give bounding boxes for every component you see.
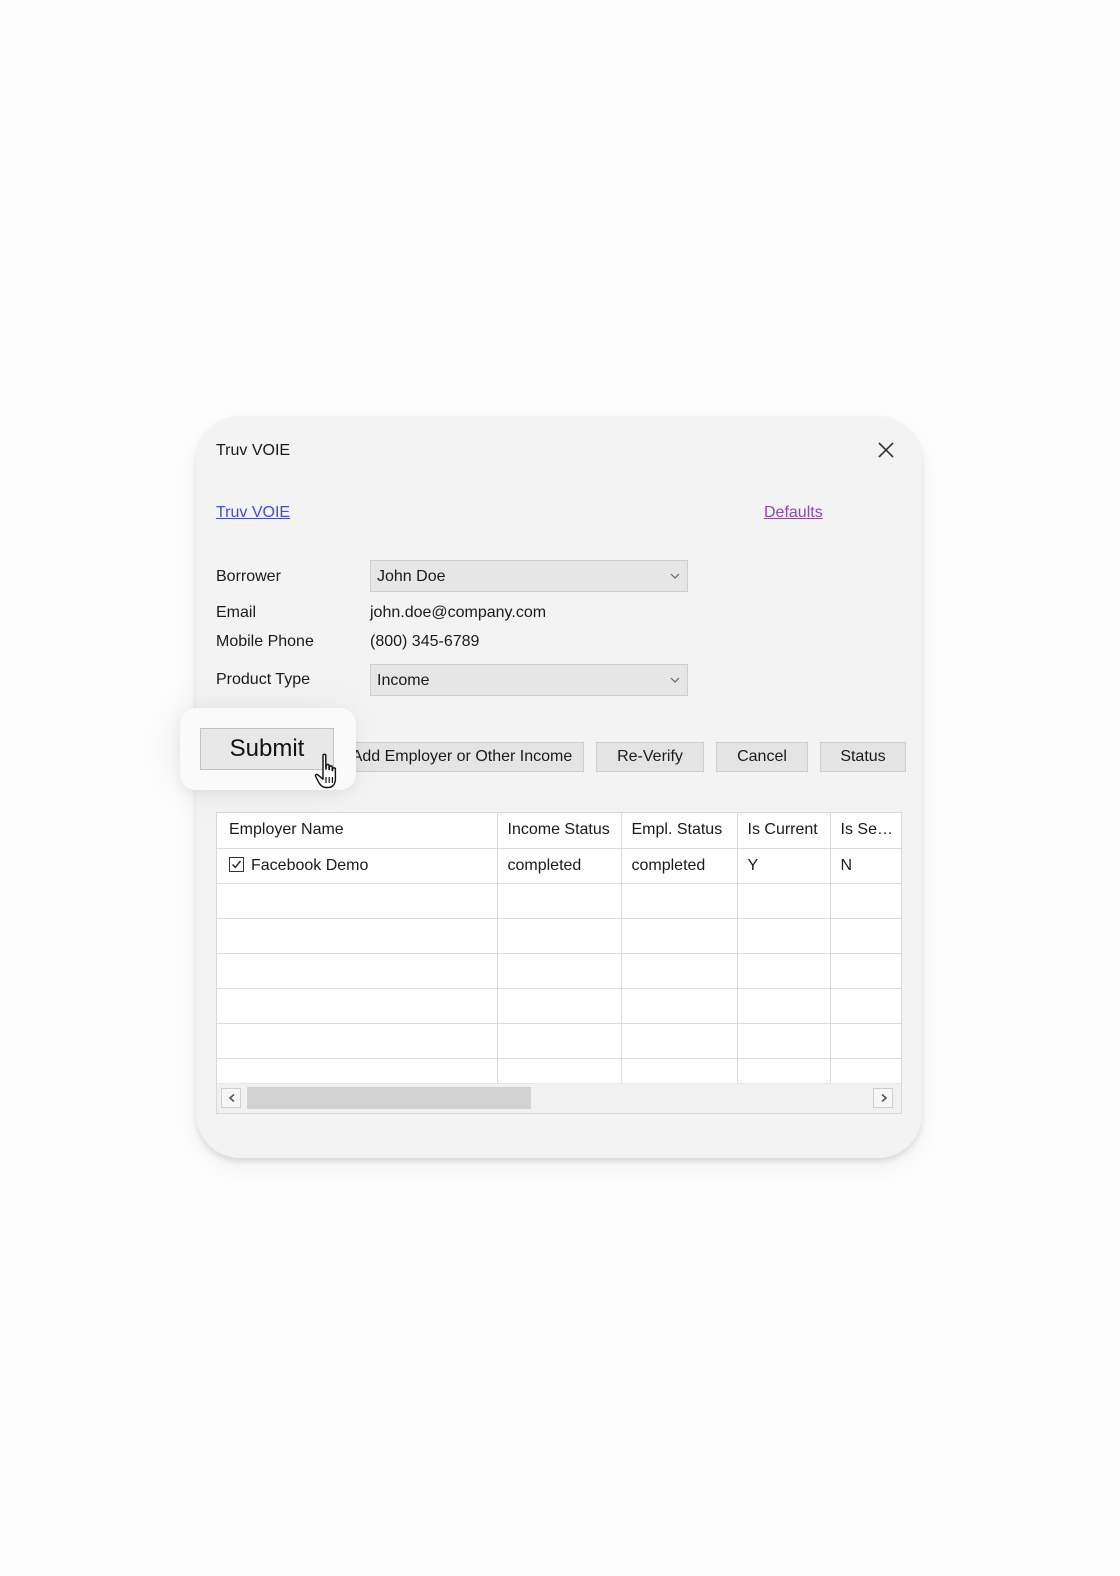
email-label: Email	[216, 604, 257, 621]
table-row	[217, 1023, 901, 1059]
empl-status-cell: completed	[621, 848, 738, 884]
mobile-phone-label: Mobile Phone	[216, 633, 314, 650]
status-button[interactable]: Status	[820, 742, 906, 772]
borrower-label: Borrower	[216, 568, 281, 585]
product-type-select-value: Income	[377, 672, 430, 689]
employer-grid: Employer Name Income Status Empl. Status…	[216, 812, 902, 1114]
scroll-right-button[interactable]	[873, 1088, 893, 1108]
close-button[interactable]	[874, 438, 898, 462]
product-type-select[interactable]: Income	[370, 664, 688, 696]
defaults-link[interactable]: Defaults	[764, 504, 823, 522]
column-header-employer-name[interactable]: Employer Name	[217, 813, 498, 849]
truv-voie-link[interactable]: Truv VOIE	[216, 504, 290, 522]
column-header-is-current[interactable]: Is Current	[737, 813, 831, 849]
table-row[interactable]: Facebook Demo completed completed Y N	[217, 848, 901, 884]
chevron-left-icon	[228, 1093, 235, 1103]
employer-name: Facebook Demo	[251, 856, 369, 874]
table-row	[217, 988, 901, 1024]
hand-pointer-icon	[314, 753, 337, 789]
horizontal-scrollbar[interactable]	[217, 1083, 901, 1113]
mobile-phone-value: (800) 345-6789	[370, 633, 480, 650]
email-value: john.doe@company.com	[370, 604, 547, 621]
table-row	[217, 883, 901, 919]
chevron-down-icon	[670, 573, 680, 579]
chevron-right-icon	[881, 1093, 888, 1103]
close-icon	[878, 442, 894, 458]
is-se-cell: N	[830, 848, 901, 884]
cancel-button[interactable]: Cancel	[716, 742, 808, 772]
is-current-cell: Y	[737, 848, 831, 884]
column-header-income-status[interactable]: Income Status	[497, 813, 622, 849]
checkbox-checked-icon[interactable]	[229, 856, 244, 872]
table-row	[217, 953, 901, 989]
product-type-label: Product Type	[216, 671, 310, 688]
employer-name-cell: Facebook Demo	[217, 848, 498, 884]
employer-table: Employer Name Income Status Empl. Status…	[217, 813, 901, 1094]
borrower-select[interactable]: John Doe	[370, 560, 688, 592]
table-header-row: Employer Name Income Status Empl. Status…	[217, 813, 901, 849]
scrollbar-thumb[interactable]	[247, 1087, 531, 1109]
reverify-button[interactable]: Re-Verify	[596, 742, 704, 772]
column-header-empl-status[interactable]: Empl. Status	[621, 813, 738, 849]
dialog-title: Truv VOIE	[216, 442, 291, 459]
income-status-cell: completed	[497, 848, 622, 884]
table-row	[217, 918, 901, 954]
borrower-select-value: John Doe	[377, 568, 446, 585]
chevron-down-icon	[670, 677, 680, 683]
scroll-left-button[interactable]	[221, 1088, 241, 1108]
column-header-is-se[interactable]: Is Se…	[830, 813, 901, 849]
